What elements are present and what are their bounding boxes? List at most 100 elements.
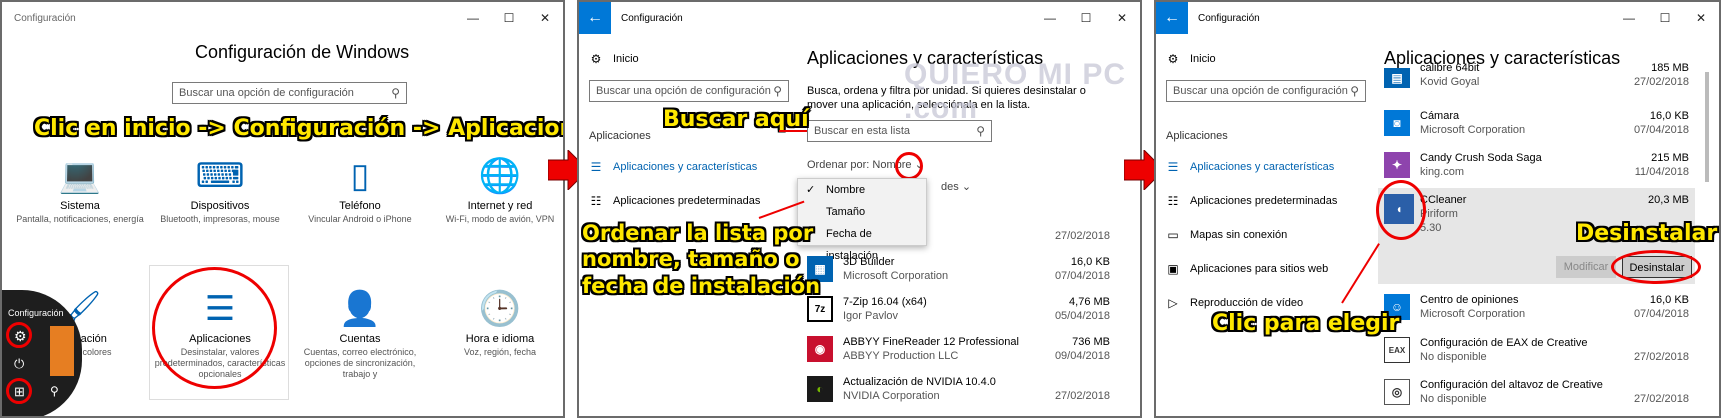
search-icon: ⚲ xyxy=(773,84,782,98)
app-date: 27/02/2018 xyxy=(1054,230,1110,242)
annotation-sort-list: Ordenar la lista por nombre, tamaño o fe… xyxy=(582,221,821,298)
tile-time-language[interactable]: 🕒 Hora e idioma Voz, región, fecha xyxy=(430,287,563,358)
tile-phone[interactable]: ▯ Teléfono Vincular Android o iPhone xyxy=(290,154,430,225)
back-arrow-icon[interactable]: ← xyxy=(579,2,611,34)
app-row-camera[interactable]: ◙ Cámara Microsoft Corporation 16,0 KB 07/… xyxy=(1384,108,1689,146)
minimize-button[interactable]: — xyxy=(1611,2,1647,34)
settings-search-input[interactable]: Buscar una opción de configuración ⚲ xyxy=(589,80,789,102)
tile-title: Dispositivos xyxy=(190,200,250,212)
maximize-button[interactable]: ☐ xyxy=(1647,2,1683,34)
candy-icon: ✦ xyxy=(1384,152,1410,178)
annotation-line xyxy=(779,130,807,132)
search-placeholder: Buscar una opción de configuración xyxy=(1173,85,1348,97)
app-date: 27/02/2018 xyxy=(1054,390,1110,402)
eax-icon: EAX xyxy=(1384,337,1410,363)
web-icon: ▣ xyxy=(1167,262,1179,276)
app-row-feedback[interactable]: ☺ Centro de opiniones Microsoft Corporati… xyxy=(1384,292,1689,330)
app-row-3d-builder[interactable]: ▦ 3D Builder Microsoft Corporation 16,0 K… xyxy=(807,254,1110,292)
nav-label: Aplicaciones y características xyxy=(613,161,758,173)
tile-system[interactable]: 💻 Sistema Pantalla, notificaciones, ener… xyxy=(10,154,150,225)
tile-title: Teléfono xyxy=(339,200,381,212)
app-row-nvidia[interactable]: ◐ Actualización de NVIDIA 10.4.0 NVIDIA C… xyxy=(807,374,1110,412)
sort-option-name[interactable]: ✓ Nombre xyxy=(798,179,926,201)
app-row-speaker[interactable]: ◎ Configuración del altavoz de Creative N… xyxy=(1384,377,1689,415)
highlight-circle-apps xyxy=(152,267,277,389)
app-size: 215 MB xyxy=(1651,152,1689,164)
app-row-calibre[interactable]: ▤ calibre 64bit Kovid Goyal 185 MB 27/02/2… xyxy=(1384,62,1689,94)
list-search-input[interactable]: Buscar en esta lista ⚲ xyxy=(807,120,992,142)
nav-apps-websites[interactable]: ▣ Aplicaciones para sitios web xyxy=(1166,262,1328,276)
back-arrow-icon[interactable]: ← xyxy=(1156,2,1188,34)
app-publisher: NVIDIA Corporation xyxy=(843,390,940,402)
apps-features-window: ← Configuración — ☐ ✕ ⚙ Inicio Buscar una o… xyxy=(577,0,1142,418)
option-label: Nombre xyxy=(826,184,866,196)
maximize-button[interactable]: ☐ xyxy=(491,2,527,34)
chevron-down-icon: ⌄ xyxy=(961,181,972,193)
tile-title: Internet y red xyxy=(467,200,533,212)
app-size: 736 MB xyxy=(1072,336,1110,348)
close-button[interactable]: ✕ xyxy=(1104,2,1140,34)
nav-apps-features[interactable]: ☰ Aplicaciones y características xyxy=(1166,160,1335,174)
close-button[interactable]: ✕ xyxy=(1683,2,1719,34)
list-icon: ☷ xyxy=(590,194,602,208)
speaker-icon: ◎ xyxy=(1384,379,1410,405)
app-publisher: Kovid Goyal xyxy=(1420,76,1480,88)
app-name: Centro de opiniones xyxy=(1420,294,1519,306)
app-version: 5.30 xyxy=(1420,222,1442,234)
nav-home[interactable]: ⚙ Inicio xyxy=(1166,52,1216,66)
close-button[interactable]: ✕ xyxy=(527,2,563,34)
camera-icon: ◙ xyxy=(1384,110,1410,136)
title-bar: ← Configuración — ☐ ✕ xyxy=(579,2,1140,34)
app-publisher: No disponible xyxy=(1420,351,1487,363)
maximize-button[interactable]: ☐ xyxy=(1068,2,1104,34)
app-date: 11/04/2018 xyxy=(1634,166,1689,178)
search-icon: ⚲ xyxy=(976,124,985,138)
nav-video-playback[interactable]: ▷ Reproducción de vídeo xyxy=(1166,296,1303,310)
minimize-button[interactable]: — xyxy=(1032,2,1068,34)
map-icon: ▭ xyxy=(1167,228,1179,242)
nav-section-title: Aplicaciones xyxy=(589,130,651,142)
annotation-line xyxy=(1341,243,1380,304)
app-row-7zip[interactable]: 7z 7-Zip 16.04 (x64) Igor Pavlov 4,76 MB 0… xyxy=(807,294,1110,332)
tile-accounts[interactable]: 👤 Cuentas Cuentas, correo electrónico, o… xyxy=(290,287,430,380)
tile-devices[interactable]: ⌨ Dispositivos Bluetooth, impresoras, mo… xyxy=(150,154,290,225)
nav-apps-features[interactable]: ☰ Aplicaciones y características xyxy=(589,160,758,174)
app-date: 07/04/2018 xyxy=(1633,308,1689,320)
gear-icon: ⚙ xyxy=(1167,52,1179,66)
settings-search-input[interactable]: Buscar una opción de configuración ⚲ xyxy=(172,82,407,104)
app-publisher: Microsoft Corporation xyxy=(1420,308,1526,320)
minimize-button[interactable]: — xyxy=(455,2,491,34)
app-publisher: king.com xyxy=(1420,166,1465,178)
phone-icon: ▯ xyxy=(350,157,370,195)
nav-label: Inicio xyxy=(613,53,639,65)
search-icon[interactable]: ⚲ xyxy=(50,384,59,398)
app-row-eax[interactable]: EAX Configuración de EAX de Creative No d… xyxy=(1384,335,1689,373)
start-tile[interactable] xyxy=(50,326,74,376)
gear-icon: ⚙ xyxy=(590,52,602,66)
clock-icon: 🕒 xyxy=(478,290,522,328)
app-row-candy-crush[interactable]: ✦ Candy Crush Soda Saga king.com 215 MB 11… xyxy=(1384,150,1689,188)
search-placeholder: Buscar en esta lista xyxy=(814,125,910,137)
settings-search-input[interactable]: Buscar una opción de configuración ⚲ xyxy=(1166,80,1366,102)
nav-default-apps[interactable]: ☷ Aplicaciones predeterminadas xyxy=(1166,194,1338,208)
app-size: 4,76 MB xyxy=(1069,296,1110,308)
nav-offline-maps[interactable]: ▭ Mapas sin conexión xyxy=(1166,228,1287,242)
highlight-circle-start xyxy=(6,378,32,404)
filter-dropdown[interactable]: des ⌄ xyxy=(941,180,971,193)
scrollbar[interactable] xyxy=(1705,72,1709,182)
nav-home[interactable]: ⚙ Inicio xyxy=(589,52,639,66)
person-icon: 👤 xyxy=(338,290,382,328)
watermark-logo: QUIERO MI PC .com xyxy=(904,58,1127,125)
app-date: 27/02/2018 xyxy=(1633,76,1689,88)
tile-desc: Pantalla, notificaciones, energía xyxy=(16,214,144,224)
nav-default-apps[interactable]: ☷ Aplicaciones predeterminadas xyxy=(589,194,761,208)
modify-button[interactable]: Modificar xyxy=(1556,256,1616,278)
app-name: Candy Crush Soda Saga xyxy=(1420,152,1542,164)
app-size: 16,0 KB xyxy=(1649,110,1689,122)
nav-label: Mapas sin conexión xyxy=(1190,229,1288,241)
power-icon[interactable]: ⏻ xyxy=(14,356,24,372)
app-row-abbyy[interactable]: ◉ ABBYY FineReader 12 Professional ABBYY … xyxy=(807,334,1110,372)
tile-network[interactable]: 🌐 Internet y red Wi-Fi, modo de avión, V… xyxy=(430,154,563,225)
tile-title: Cuentas xyxy=(339,333,381,345)
video-icon: ▷ xyxy=(1168,296,1178,310)
